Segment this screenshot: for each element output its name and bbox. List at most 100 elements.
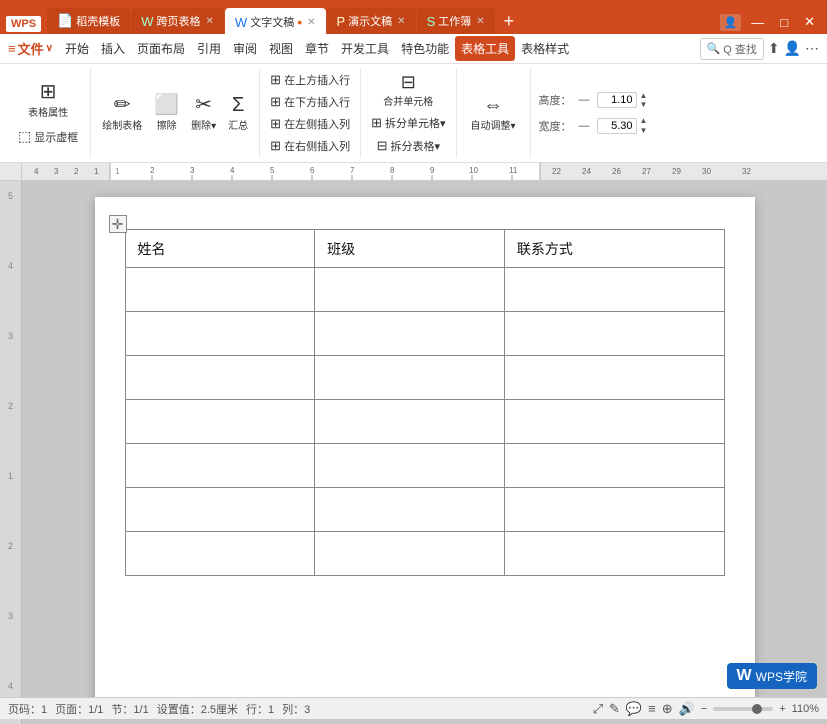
zoom-out-button[interactable]: − xyxy=(701,703,707,715)
width-up-arrow[interactable]: ▲ xyxy=(640,116,648,126)
insert-col-left-button[interactable]: ⊞ 在左侧插入列 xyxy=(266,114,354,134)
menu-start[interactable]: 开始 xyxy=(59,36,95,61)
edit-icon[interactable]: ✎ xyxy=(609,701,620,717)
layout-icon[interactable]: ≡ xyxy=(648,701,656,716)
tab-kuaye-close[interactable]: ✕ xyxy=(206,16,214,27)
summary-button[interactable]: Σ 汇总 xyxy=(223,92,253,135)
erase-button[interactable]: ⬜ 擦除 xyxy=(149,92,184,135)
svg-text:5: 5 xyxy=(270,166,275,175)
tab-wenzistable-close[interactable]: ✕ xyxy=(307,17,315,28)
insert-row-below-button[interactable]: ⊞ 在下方插入行 xyxy=(266,92,354,112)
insert-row-above-button[interactable]: ⊞ 在上方插入行 xyxy=(266,70,354,90)
cell-4-3[interactable] xyxy=(504,400,724,444)
zoom-slider[interactable] xyxy=(713,707,773,711)
cell-2-1[interactable] xyxy=(125,312,315,356)
cell-6-2[interactable] xyxy=(315,488,505,532)
header-class[interactable]: 班级 xyxy=(315,230,505,268)
cell-6-3[interactable] xyxy=(504,488,724,532)
height-minus[interactable]: — xyxy=(575,93,594,107)
menu-table-tool[interactable]: 表格工具 xyxy=(455,36,515,61)
cell-4-2[interactable] xyxy=(315,400,505,444)
height-down-arrow[interactable]: ▼ xyxy=(640,100,648,110)
height-input[interactable] xyxy=(597,92,637,108)
cell-3-3[interactable] xyxy=(504,356,724,400)
cell-1-1[interactable] xyxy=(125,268,315,312)
cell-3-1[interactable] xyxy=(125,356,315,400)
merge-cell-button[interactable]: ⊟ 合并单元格 xyxy=(377,70,439,111)
menu-reference[interactable]: 引用 xyxy=(191,36,227,61)
expand-icon[interactable]: ⤢ xyxy=(593,701,603,717)
height-up-arrow[interactable]: ▲ xyxy=(640,91,648,101)
width-label: 宽度： xyxy=(539,118,572,134)
menu-view[interactable]: 视图 xyxy=(263,36,299,61)
insert-col-right-button[interactable]: ⊞ 在右侧插入列 xyxy=(266,136,354,156)
header-name[interactable]: 姓名 xyxy=(125,230,315,268)
menu-special[interactable]: 特色功能 xyxy=(395,36,455,61)
cell-2-2[interactable] xyxy=(315,312,505,356)
cell-5-2[interactable] xyxy=(315,444,505,488)
table-property-button[interactable]: ⊞ 表格属性 xyxy=(14,79,82,122)
table-row xyxy=(125,268,724,312)
menu-pagelayout[interactable]: 页面布局 xyxy=(131,36,191,61)
sidebar-num-5: 5 xyxy=(8,191,13,201)
auto-fit-button[interactable]: ⇔ 自动调整▾ xyxy=(465,92,522,135)
svg-text:6: 6 xyxy=(310,166,315,175)
menu-dev[interactable]: 开发工具 xyxy=(335,36,395,61)
file-menu-button[interactable]: ≡ 文件 ∨ xyxy=(8,39,53,58)
menu-section[interactable]: 章节 xyxy=(299,36,335,61)
tab-gongzuobu-close[interactable]: ✕ xyxy=(476,16,484,27)
cell-6-1[interactable] xyxy=(125,488,315,532)
zoom-in-button[interactable]: + xyxy=(779,703,785,715)
status-section: 节：1/1 xyxy=(111,701,148,717)
tab-wenzistable[interactable]: W 文字文稿 • ✕ xyxy=(225,8,326,36)
doc-scroll-area[interactable]: ✛ 姓名 班级 联系方式 xyxy=(22,181,827,724)
globe-icon[interactable]: ⊕ xyxy=(662,701,673,717)
cell-2-3[interactable] xyxy=(504,312,724,356)
close-button[interactable]: ✕ xyxy=(798,12,821,32)
menu-review[interactable]: 审阅 xyxy=(227,36,263,61)
search-box[interactable]: 🔍 Q 查找 xyxy=(700,38,764,60)
split-table-label: 拆分表格▾ xyxy=(390,138,440,154)
svg-text:30: 30 xyxy=(702,167,711,176)
menu-table-style[interactable]: 表格样式 xyxy=(515,36,575,61)
comment-icon[interactable]: 💬 xyxy=(626,701,642,717)
split-cell-button[interactable]: ⊞ 拆分单元格▾ xyxy=(367,113,449,133)
user-icon[interactable]: 👤 xyxy=(720,14,742,31)
tab-daoke[interactable]: 📄 稻壳模板 xyxy=(47,8,130,34)
minimize-button[interactable]: — xyxy=(745,13,770,32)
header-contact[interactable]: 联系方式 xyxy=(504,230,724,268)
split-table-button[interactable]: ⊟ 拆分表格▾ xyxy=(373,136,444,156)
more-menu-icon[interactable]: ⋯ xyxy=(805,40,819,57)
table-move-handle[interactable]: ✛ xyxy=(109,215,127,233)
audio-icon[interactable]: 🔊 xyxy=(679,701,695,717)
menu-insert[interactable]: 插入 xyxy=(95,36,131,61)
maximize-button[interactable]: □ xyxy=(774,13,794,32)
show-border-button[interactable]: ⬚ 显示虚框 xyxy=(14,126,82,147)
cell-7-3[interactable] xyxy=(504,532,724,576)
user-menu-icon[interactable]: 👤 xyxy=(784,40,801,57)
ruler-horizontal: 4 3 2 1 1 2 3 4 5 6 7 8 9 xyxy=(0,163,827,181)
width-minus[interactable]: — xyxy=(575,119,594,133)
cell-1-2[interactable] xyxy=(315,268,505,312)
cell-3-2[interactable] xyxy=(315,356,505,400)
split-cell-icon: ⊞ xyxy=(371,115,382,131)
draw-table-button[interactable]: ✏ 绘制表格 xyxy=(97,92,147,135)
cell-7-2[interactable] xyxy=(315,532,505,576)
tab-kuaye[interactable]: W 跨页表格 ✕ xyxy=(131,8,224,34)
cell-7-1[interactable] xyxy=(125,532,315,576)
delete-button[interactable]: ✂ 删除▾ xyxy=(186,92,221,135)
share-icon[interactable]: ⬆ xyxy=(768,40,780,57)
add-tab-button[interactable]: + xyxy=(496,8,523,34)
wps-academy-badge[interactable]: W WPS学院 xyxy=(727,663,817,689)
cell-5-1[interactable] xyxy=(125,444,315,488)
cell-1-3[interactable] xyxy=(504,268,724,312)
width-input[interactable] xyxy=(597,118,637,134)
tab-yanshi-close[interactable]: ✕ xyxy=(397,16,405,27)
cell-4-1[interactable] xyxy=(125,400,315,444)
tab-gongzuobu[interactable]: S 工作簿 ✕ xyxy=(417,8,495,34)
table-property-icon: ⊞ xyxy=(40,82,57,102)
cell-5-3[interactable] xyxy=(504,444,724,488)
summary-label: 汇总 xyxy=(228,117,248,132)
tab-yanshi[interactable]: P 演示文稿 ✕ xyxy=(327,8,416,34)
width-down-arrow[interactable]: ▼ xyxy=(640,126,648,136)
